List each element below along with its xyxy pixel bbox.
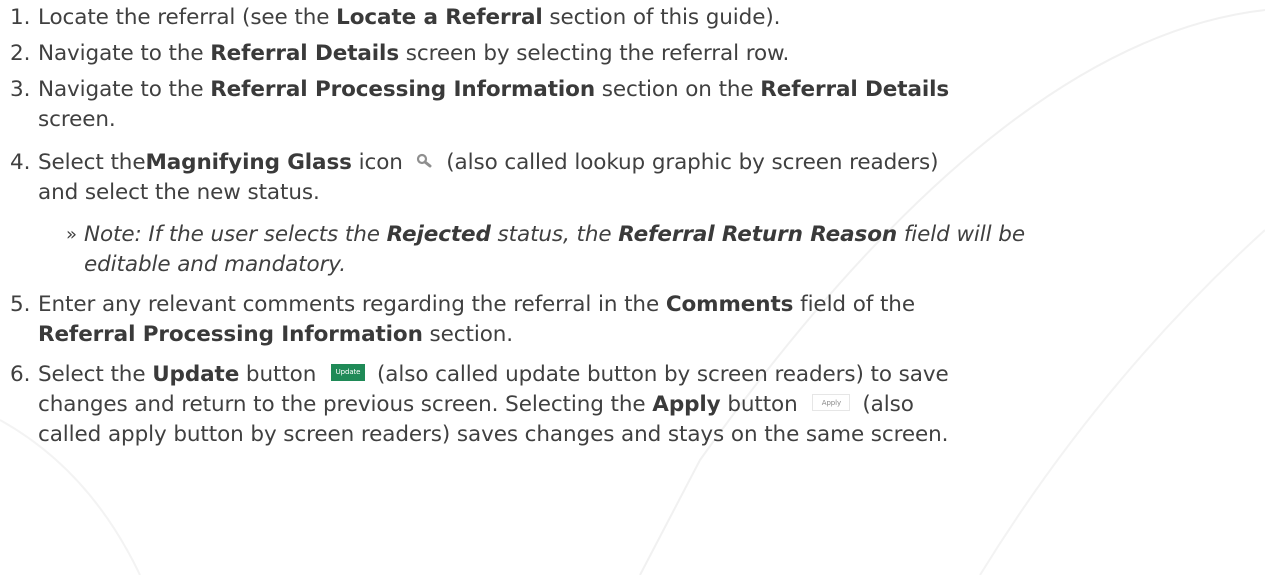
- bold-term: Locate a Referral: [336, 5, 543, 30]
- step-1: 1. Locate the referral (see the Locate a…: [10, 3, 1250, 33]
- note: » Note: If the user selects the Rejected…: [38, 220, 1250, 280]
- step-3: 3. Navigate to the Referral Processing I…: [10, 75, 1250, 135]
- step-text: section of this guide).: [542, 5, 781, 30]
- step-number: 4.: [10, 150, 31, 175]
- step-number: 2.: [10, 41, 31, 66]
- step-text: button: [239, 362, 323, 387]
- step-text: Select the: [38, 150, 146, 175]
- bold-term: Magnifying Glass: [145, 150, 352, 175]
- step-text: and select the new status.: [38, 180, 320, 205]
- step-text: Locate the referral (see the: [38, 5, 337, 30]
- bold-term: Referral Processing Information: [210, 77, 596, 102]
- step-2: 2. Navigate to the Referral Details scre…: [10, 39, 1250, 69]
- note-text: Note: If the user selects the: [84, 222, 387, 247]
- step-text: Select the: [38, 362, 153, 387]
- step-6: 6. Select the Update button Update (also …: [10, 360, 1250, 450]
- step-text: (also: [862, 392, 914, 417]
- step-text: Enter any relevant comments regarding th…: [38, 292, 666, 317]
- step-text: Navigate to the: [38, 77, 211, 102]
- step-text: section.: [422, 322, 514, 347]
- note-text: editable and mandatory.: [84, 252, 346, 277]
- update-button-image: Update: [331, 363, 365, 381]
- bold-term: Referral Details: [760, 77, 950, 102]
- bold-term: Apply: [652, 392, 721, 417]
- bold-term: Rejected: [386, 222, 491, 247]
- bold-term: Comments: [665, 292, 794, 317]
- step-text: section on the: [595, 77, 761, 102]
- note-bullet: »: [66, 224, 77, 245]
- step-text: Navigate to the: [38, 41, 211, 66]
- step-text: (also called lookup graphic by screen re…: [439, 150, 939, 175]
- note-text: field will be: [897, 222, 1025, 247]
- bold-term: Update: [152, 362, 240, 387]
- step-text: icon: [351, 150, 410, 175]
- note-text: status, the: [490, 222, 619, 247]
- step-number: 3.: [10, 77, 31, 102]
- step-text: called apply button by screen readers) s…: [38, 422, 949, 447]
- step-number: 5.: [10, 292, 31, 317]
- bold-term: Referral Details: [210, 41, 400, 66]
- step-number: 6.: [10, 362, 31, 387]
- magnifying-glass-icon: [416, 153, 432, 168]
- step-number: 1.: [10, 5, 31, 30]
- apply-button-image: Apply: [812, 393, 851, 411]
- instruction-steps: 1. Locate the referral (see the Locate a…: [10, 3, 1250, 450]
- step-text: changes and return to the previous scree…: [38, 392, 653, 417]
- bold-term: Referral Return Reason: [618, 222, 898, 247]
- step-text: screen.: [38, 107, 116, 132]
- step-5: 5. Enter any relevant comments regarding…: [10, 290, 1250, 350]
- step-text: field of the: [793, 292, 915, 317]
- step-text: screen by selecting the referral row.: [399, 41, 790, 66]
- step-4: 4. Select theMagnifying Glass icon (also…: [10, 148, 1250, 280]
- step-text: (also called update button by screen rea…: [377, 362, 949, 387]
- bold-term: Referral Processing Information: [38, 322, 423, 347]
- step-text: button: [720, 392, 805, 417]
